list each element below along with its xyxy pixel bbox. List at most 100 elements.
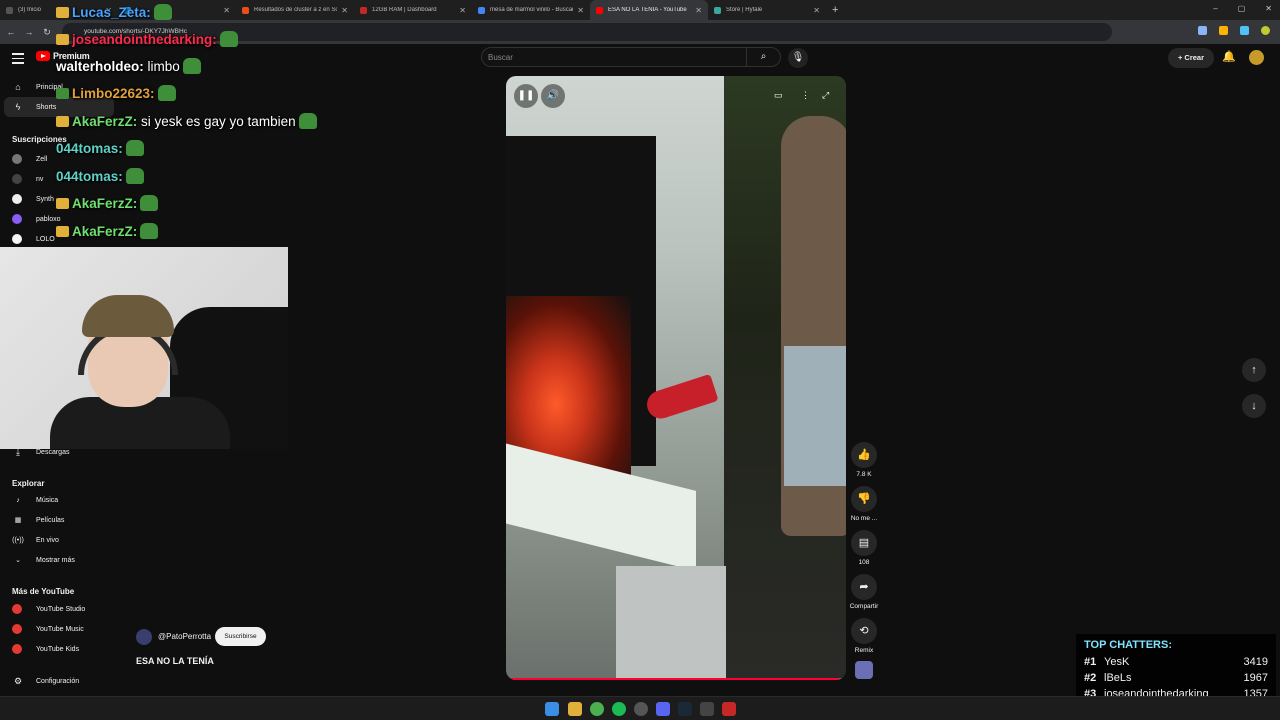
app-icon[interactable]	[722, 702, 736, 716]
tab-close-icon[interactable]: ✕	[813, 6, 820, 15]
steam-icon[interactable]	[678, 702, 692, 716]
comments-button[interactable]: ▤ 108	[849, 530, 879, 566]
tab-close-icon[interactable]: ✕	[577, 6, 584, 15]
extension-icon[interactable]	[1240, 26, 1249, 35]
tab-favicon	[242, 6, 249, 14]
file-explorer-icon[interactable]	[568, 702, 582, 716]
chat-username: Lucas_Zeta:	[72, 5, 151, 20]
sidebar-item-settings[interactable]: ⚙ Configuración	[0, 671, 118, 691]
sidebar-item-label: Música	[36, 496, 59, 504]
chatter-rank: #2	[1084, 672, 1097, 684]
minimize-icon[interactable]: –	[1213, 4, 1217, 13]
top-chatters-heading: TOP CHATTERS:	[1084, 639, 1173, 651]
video-progress-bar[interactable]	[506, 678, 846, 680]
browser-tab[interactable]: 12GB RAM | Dashboard ✕	[354, 0, 472, 20]
chat-message: 044tomas:	[56, 168, 144, 184]
search-input[interactable]	[488, 50, 738, 65]
microphone-icon[interactable]: 🎙	[788, 48, 808, 68]
sound-avatar[interactable]	[855, 661, 873, 679]
sidebar-item-label: Shorts	[36, 103, 57, 111]
tab-favicon	[596, 6, 603, 14]
sidebar-more-item[interactable]: YouTube Kids	[0, 639, 118, 659]
discord-icon[interactable]	[656, 702, 670, 716]
captions-icon[interactable]: ▭	[774, 90, 783, 101]
sidebar-item-label: Mostrar más	[36, 556, 75, 564]
chat-text: si yesk es gay yo tambien	[137, 114, 296, 129]
shorts-video-player[interactable]: ❚❚ 🔊 ▭ ⋮ ⤢	[506, 76, 846, 680]
emote-icon	[298, 113, 317, 129]
emote-icon	[182, 58, 201, 74]
tab-favicon	[478, 6, 485, 14]
next-short-button[interactable]: ↓	[1242, 394, 1266, 418]
extension-icon[interactable]	[1198, 26, 1207, 35]
sidebar-explore-item[interactable]: ⌄ Mostrar más	[0, 550, 118, 570]
subscribe-button[interactable]: Suscribirse	[215, 627, 266, 646]
sidebar-more-item[interactable]: YouTube Music	[0, 619, 118, 639]
top-chatter-row: #2 lBeLs 1967	[1084, 670, 1268, 686]
back-icon[interactable]: ←	[4, 25, 18, 39]
live-icon: ((•))	[12, 536, 24, 544]
thumbs-down-icon: 👎	[851, 486, 877, 512]
sidebar-item-label: LOLO	[36, 235, 55, 243]
spotify-icon[interactable]	[612, 702, 626, 716]
reload-icon[interactable]: ↻	[40, 25, 54, 39]
browser-tab-bar: (3) Inicio ✕ ✕ Resultados de cluster a z en…	[0, 0, 1280, 20]
forward-icon[interactable]: →	[22, 25, 36, 39]
notifications-bell-icon[interactable]: 🔔	[1222, 50, 1236, 63]
close-window-icon[interactable]: ✕	[1265, 4, 1272, 13]
chat-badge-icon	[56, 198, 69, 209]
chrome-icon[interactable]	[590, 702, 604, 716]
tab-close-icon[interactable]: ✕	[459, 6, 466, 15]
sidebar-more-item[interactable]: YouTube Studio	[0, 599, 118, 619]
emote-icon	[219, 31, 238, 47]
chat-text: limbo	[143, 59, 180, 74]
channel-avatar	[12, 154, 22, 164]
video-title: ESA NO LA TENÍA	[136, 656, 214, 666]
sidebar-explore-item[interactable]: ♪ Música	[0, 490, 118, 510]
like-button[interactable]: 👍 7.8 K	[849, 442, 879, 478]
tab-title: Store | Hytale	[726, 7, 763, 13]
remix-button[interactable]: ⟲ Remix	[849, 618, 879, 654]
tab-close-icon[interactable]: ✕	[341, 6, 348, 15]
chat-username: AkaFerzZ:	[72, 114, 138, 129]
maximize-icon[interactable]: ▢	[1238, 4, 1246, 13]
dislike-button[interactable]: 👎 No me ...	[849, 486, 879, 522]
channel-avatar[interactable]	[136, 629, 152, 645]
hamburger-menu-icon[interactable]	[12, 53, 24, 67]
extensions-area	[1198, 26, 1270, 35]
share-button[interactable]: ➦ Compartir	[849, 574, 879, 610]
obs-icon[interactable]	[634, 702, 648, 716]
search-icon[interactable]: ⌕	[746, 48, 780, 66]
chat-username: joseandointhedarking:	[72, 32, 217, 47]
browser-tab[interactable]: ESA NO LA TENÍA - YouTube ✕	[590, 0, 708, 20]
tab-close-icon[interactable]: ✕	[223, 6, 230, 15]
extension-icon[interactable]	[1219, 26, 1228, 35]
chat-badge-icon	[56, 7, 69, 18]
create-button[interactable]: + Crear	[1168, 48, 1214, 68]
thumbs-up-icon: 👍	[851, 442, 877, 468]
sidebar-item-label: Zell	[36, 155, 48, 163]
sidebar-explore-item[interactable]: ▦ Películas	[0, 510, 118, 530]
more-options-icon[interactable]: ⋮	[801, 90, 810, 101]
profile-icon[interactable]	[1261, 26, 1270, 35]
browser-tab[interactable]: Resultados de cluster a z en So ✕	[236, 0, 354, 20]
new-tab-button[interactable]: +	[832, 4, 838, 16]
browser-tab[interactable]: mesa de marmol vinilo - Buscar ✕	[472, 0, 590, 20]
channel-name[interactable]: @PatoPerrotta	[158, 632, 211, 641]
fullscreen-icon[interactable]: ⤢	[822, 90, 829, 101]
sidebar-item-label: Synth	[36, 195, 54, 203]
chatter-count: 1967	[1243, 672, 1268, 684]
tab-close-icon[interactable]: ✕	[695, 6, 702, 15]
sidebar-explore-item[interactable]: ((•)) En vivo	[0, 530, 118, 550]
volume-icon[interactable]: 🔊	[541, 84, 565, 108]
chat-badge-icon	[56, 34, 69, 45]
browser-tab[interactable]: Store | Hytale ✕	[708, 0, 826, 20]
account-avatar[interactable]	[1249, 50, 1264, 65]
tab-title: Resultados de cluster a z en So	[254, 7, 338, 13]
app-icon[interactable]	[700, 702, 714, 716]
chat-message: Lucas_Zeta:	[56, 4, 172, 20]
start-icon[interactable]	[545, 702, 559, 716]
pause-icon[interactable]: ❚❚	[514, 84, 538, 108]
sidebar-item-label: nv	[36, 175, 44, 183]
previous-short-button[interactable]: ↑	[1242, 358, 1266, 382]
